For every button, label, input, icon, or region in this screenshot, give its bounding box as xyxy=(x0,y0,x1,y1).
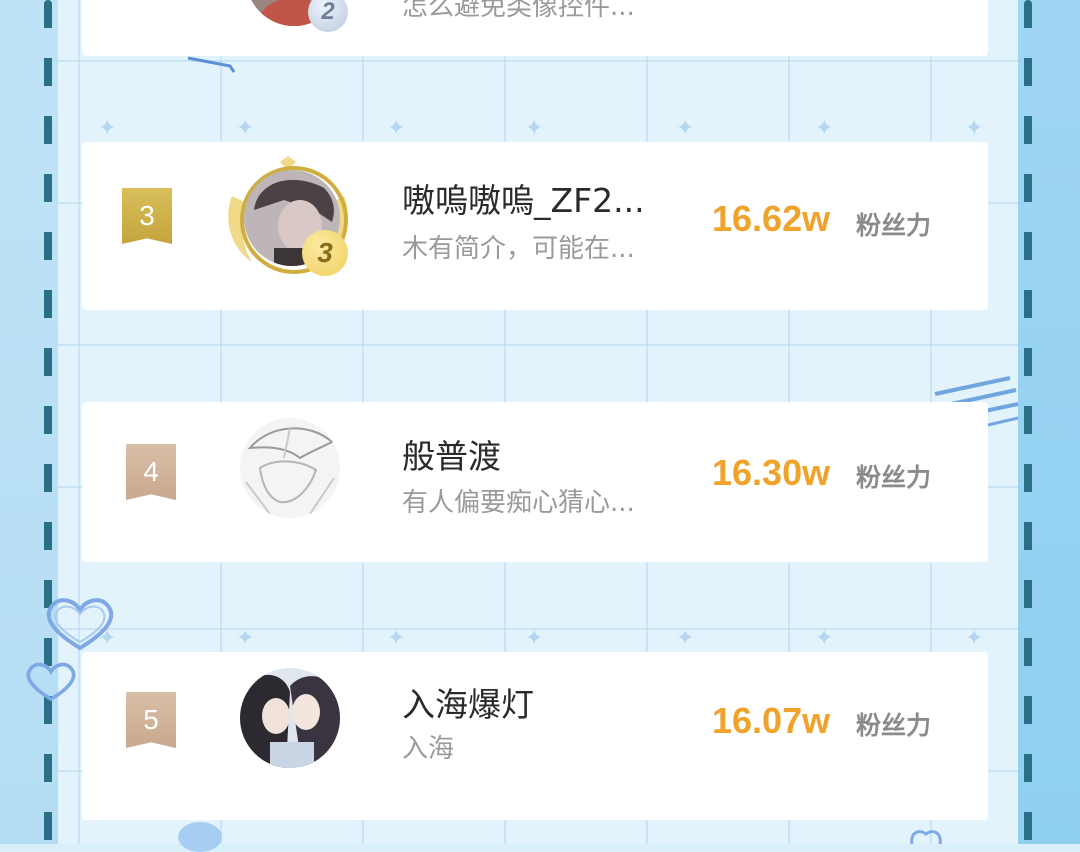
sparkle-icon: ✦ xyxy=(676,626,695,651)
sparkle-icon: ✦ xyxy=(236,626,255,651)
avatar[interactable] xyxy=(240,418,340,518)
ranking-card-2[interactable]: 2 怎么避免类像控件... xyxy=(82,0,988,56)
rank-number: 3 xyxy=(139,200,155,231)
heart-outline-icon xyxy=(910,830,942,844)
sparkle-icon: ✦ xyxy=(525,116,544,141)
sparkle-icon: ✦ xyxy=(965,116,984,141)
ranking-card-4[interactable]: 4 般普渡 有人偏要痴心猜心... 16.30w 粉丝力 xyxy=(82,402,988,562)
user-bio: 有人偏要痴心猜心... xyxy=(402,488,635,518)
rank-badge: 5 xyxy=(126,692,176,748)
ranking-card-5[interactable]: 5 入海爆灯 入海 16.07w 粉丝力 xyxy=(82,652,988,820)
rank-medal-icon: 2 xyxy=(308,0,348,32)
rank-badge: 4 xyxy=(126,444,176,500)
fan-power-score: 16.62w xyxy=(712,198,831,239)
ranking-page: ✦ ✦ ✦ ✦ ✦ ✦ ✦ ✦ ✦ ✦ ✦ ✦ ✦ ✦ 2 怎么避免类像控件..… xyxy=(0,0,1080,852)
sparkle-icon: ✦ xyxy=(525,626,544,651)
user-bio: 木有简介，可能在... xyxy=(402,234,635,264)
fan-power-label: 粉丝力 xyxy=(856,211,932,240)
sparkle-icon: ✦ xyxy=(387,116,406,141)
ranking-card-3[interactable]: 3 3 嗷嗚嗷嗚_ZF2... 木有简介，可能在... 16.62w 粉丝力 xyxy=(82,142,988,310)
sparkle-icon: ✦ xyxy=(236,116,255,141)
avatar[interactable] xyxy=(240,668,340,768)
decor-blob xyxy=(178,822,222,852)
fan-power-label: 粉丝力 xyxy=(856,711,932,740)
user-name[interactable]: 嗷嗚嗷嗚_ZF2... xyxy=(402,174,645,222)
rank-number: 5 xyxy=(143,704,159,735)
fan-power-score: 16.30w xyxy=(712,452,831,493)
sparkle-icon: ✦ xyxy=(815,626,834,651)
right-dashed-border xyxy=(1024,0,1032,844)
rank-badge: 3 xyxy=(122,188,172,244)
rank-number: 4 xyxy=(143,456,159,487)
sparkle-icon: ✦ xyxy=(965,626,984,651)
sparkle-icon: ✦ xyxy=(815,116,834,141)
user-bio: 怎么避免类像控件... xyxy=(402,0,635,22)
user-name[interactable]: 般普渡 xyxy=(402,430,501,478)
user-bio: 入海 xyxy=(402,734,455,764)
heart-outline-icon xyxy=(46,598,114,651)
sparkle-icon: ✦ xyxy=(387,626,406,651)
heart-outline-icon xyxy=(26,662,76,702)
rank-medal-icon: 3 xyxy=(302,230,348,276)
left-dashed-border xyxy=(44,0,52,844)
sparkle-icon: ✦ xyxy=(98,116,117,141)
fan-power-label: 粉丝力 xyxy=(856,463,932,492)
user-name[interactable]: 入海爆灯 xyxy=(402,678,534,726)
fan-power-score: 16.07w xyxy=(712,700,831,741)
sparkle-icon: ✦ xyxy=(676,116,695,141)
